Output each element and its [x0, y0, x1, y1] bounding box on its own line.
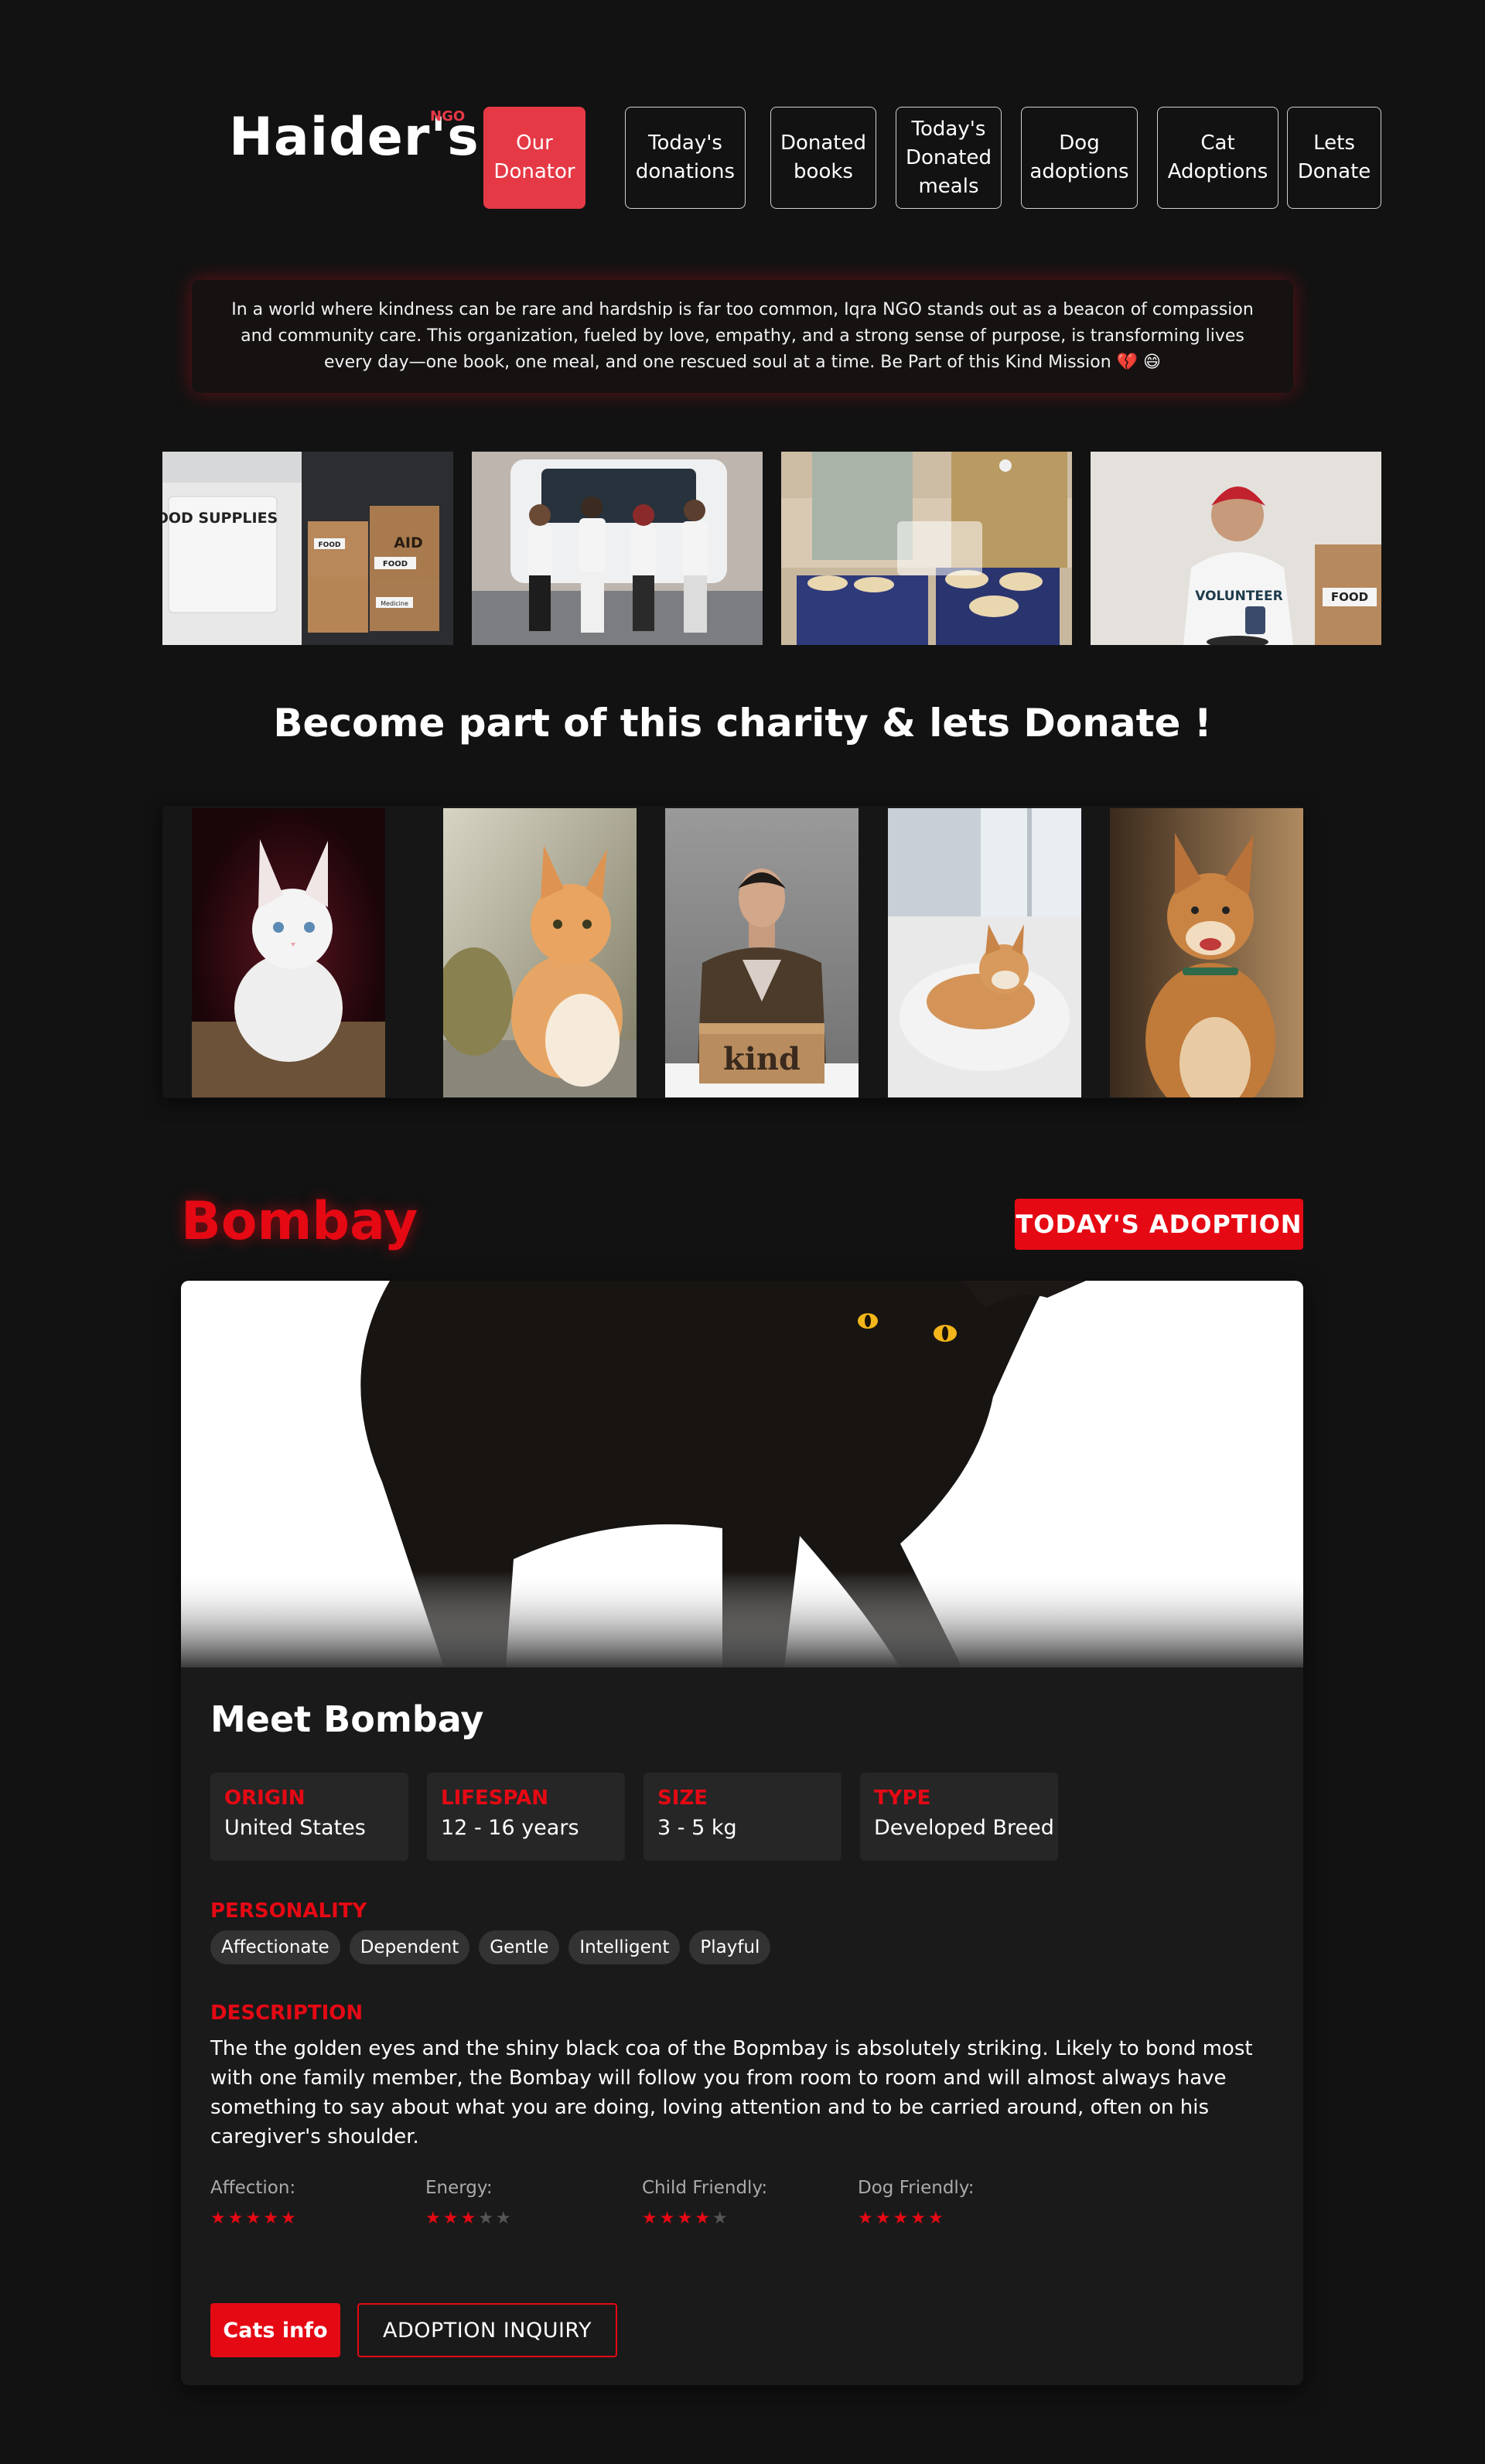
- star-filled-icon: ★: [460, 2209, 479, 2228]
- star-filled-icon: ★: [910, 2209, 928, 2228]
- star-filled-icon: ★: [677, 2209, 695, 2228]
- cats-info-button[interactable]: Cats info: [210, 2303, 340, 2357]
- todays-adoption-badge: TODAY'S ADOPTION: [1015, 1199, 1303, 1250]
- white-kitten-photo: [192, 808, 385, 1097]
- star-filled-icon: ★: [425, 2209, 443, 2228]
- star-filled-icon: ★: [858, 2209, 876, 2228]
- mission-statement: In a world where kindness can be rare an…: [192, 280, 1293, 393]
- rating-label: Child Friendly:: [642, 2178, 768, 2198]
- star-filled-icon: ★: [927, 2209, 946, 2228]
- description-label: DESCRIPTION: [210, 2002, 364, 2025]
- star-empty-icon: ★: [478, 2209, 496, 2228]
- adoption-inquiry-button[interactable]: ADOPTION INQUIRY: [357, 2303, 617, 2357]
- personality-tag: Intelligent: [568, 1930, 681, 1964]
- description-text: The the golden eyes and the shiny black …: [210, 2037, 1253, 2148]
- food-box-label-2: FOOD: [383, 560, 408, 568]
- rating-stars: ★★★★★: [642, 2209, 843, 2228]
- star-filled-icon: ★: [263, 2209, 281, 2228]
- mission-text: In a world where kindness can be rare an…: [231, 300, 1254, 372]
- star-filled-icon: ★: [695, 2209, 712, 2228]
- nav-cat-adoptions[interactable]: Cat Adoptions: [1157, 107, 1278, 209]
- star-filled-icon: ★: [245, 2209, 264, 2228]
- bombay-cat-photo: [181, 1281, 1303, 1667]
- star-empty-icon: ★: [495, 2209, 514, 2228]
- orange-kitten-photo: [443, 808, 637, 1097]
- nav-donated-meals[interactable]: Today's Donated meals: [896, 107, 1002, 209]
- rating-dog-friendly: Dog Friendly: ★★★★★: [858, 2178, 1059, 2228]
- shiba-lying-photo: [888, 808, 1081, 1097]
- rating-energy: Energy: ★★★★★: [425, 2178, 626, 2228]
- nav-todays-donations[interactable]: Today's donations: [625, 107, 746, 209]
- star-filled-icon: ★: [280, 2209, 299, 2228]
- meet-title: Meet Bombay: [210, 1698, 484, 1740]
- fact-origin: ORIGIN United States: [210, 1773, 408, 1861]
- shiba-sitting-photo: [1110, 808, 1303, 1097]
- rating-stars: ★★★★★: [210, 2209, 411, 2228]
- food-supplies-van-photo: FOOD SUPPLIES FOOD AID FOOD Medicine: [162, 452, 453, 645]
- fact-value: 12 - 16 years: [441, 1816, 579, 1840]
- food-packing-photo: [781, 452, 1072, 645]
- volunteer-serving-photo: FOOD VOLUNTEER: [1091, 452, 1381, 645]
- personality-tags: Affectionate Dependent Gentle Intelligen…: [210, 1930, 771, 1964]
- star-filled-icon: ★: [210, 2209, 228, 2228]
- fact-type: TYPE Developed Breed: [860, 1773, 1058, 1861]
- adoption-card: Meet Bombay ORIGIN United States LIFESPA…: [181, 1281, 1303, 2385]
- personality-tag: Dependent: [349, 1930, 470, 1964]
- fact-value: United States: [224, 1816, 366, 1840]
- star-filled-icon: ★: [227, 2209, 246, 2228]
- rating-stars: ★★★★★: [425, 2209, 626, 2228]
- rating-label: Affection:: [210, 2178, 296, 2198]
- man-with-kind-box-photo: kind: [665, 808, 859, 1097]
- star-filled-icon: ★: [659, 2209, 678, 2228]
- rating-child-friendly: Child Friendly: ★★★★★: [642, 2178, 843, 2228]
- fact-label: ORIGIN: [224, 1787, 306, 1810]
- food-supplies-sign-text: FOOD SUPPLIES: [162, 510, 278, 527]
- medicine-box-label: Medicine: [381, 600, 408, 607]
- fact-value: Developed Breed: [874, 1816, 1054, 1840]
- rating-stars: ★★★★★: [858, 2209, 1059, 2228]
- charity-heading: Become part of this charity & lets Donat…: [273, 701, 1212, 746]
- star-filled-icon: ★: [875, 2209, 893, 2228]
- fact-label: TYPE: [874, 1787, 931, 1810]
- star-empty-icon: ★: [712, 2209, 730, 2228]
- nav-dog-adoptions[interactable]: Dog adoptions: [1021, 107, 1138, 209]
- rating-label: Dog Friendly:: [858, 2178, 975, 2198]
- fact-label: SIZE: [657, 1787, 708, 1810]
- nav-our-donator[interactable]: Our Donator: [483, 107, 585, 209]
- rating-affection: Affection: ★★★★★: [210, 2178, 411, 2228]
- adoption-name: Bombay: [181, 1191, 418, 1252]
- kind-box-text: kind: [723, 1041, 801, 1077]
- nav-donated-books[interactable]: Donated books: [770, 107, 876, 209]
- brand-badge: NGO: [430, 108, 466, 125]
- personality-tag: Gentle: [479, 1930, 560, 1964]
- volunteers-group-photo: [472, 452, 763, 645]
- food-box-label: FOOD: [319, 541, 341, 549]
- nav-lets-donate[interactable]: Lets Donate: [1287, 107, 1381, 209]
- personality-tag: Affectionate: [210, 1930, 340, 1964]
- personality-label: PERSONALITY: [210, 1899, 367, 1923]
- personality-tag: Playful: [689, 1930, 771, 1964]
- star-filled-icon: ★: [642, 2209, 660, 2228]
- fact-label: LIFESPAN: [441, 1787, 549, 1810]
- fact-value: 3 - 5 kg: [657, 1816, 737, 1840]
- fact-lifespan: LIFESPAN 12 - 16 years: [427, 1773, 625, 1861]
- rating-label: Energy:: [425, 2178, 493, 2198]
- aid-box-label: AID: [394, 534, 423, 551]
- fact-size: SIZE 3 - 5 kg: [644, 1773, 842, 1861]
- star-filled-icon: ★: [893, 2209, 911, 2228]
- star-filled-icon: ★: [442, 2209, 461, 2228]
- food-crate-label: FOOD: [1331, 590, 1368, 604]
- volunteer-shirt-text: VOLUNTEER: [1195, 589, 1282, 604]
